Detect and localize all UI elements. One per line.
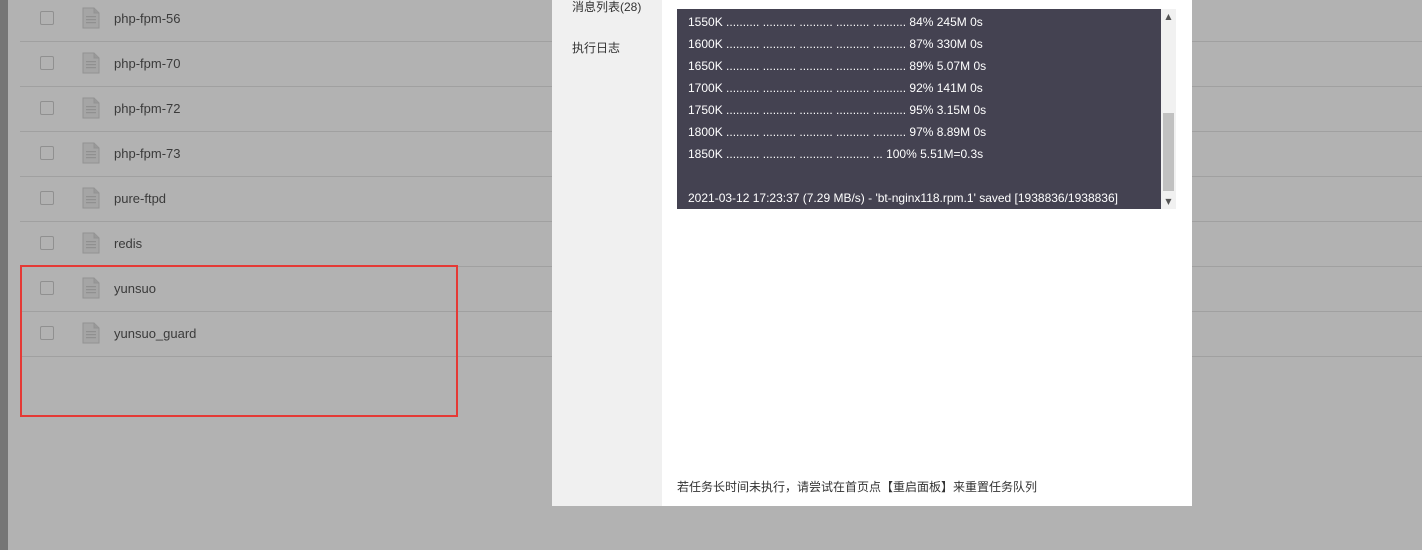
triangle-down-icon[interactable]: ▼	[1161, 194, 1176, 209]
log-line: 1550K .......... .......... .......... .…	[688, 15, 983, 29]
task-queue-hint: 若任务长时间未执行，请尝试在首页点【重启面板】来重置任务队列	[677, 480, 1038, 494]
log-line: 1700K .......... .......... .......... .…	[688, 81, 983, 95]
log-line: 2021-03-12 17:23:37 (7.29 MB/s) - 'bt-ng…	[688, 191, 1118, 205]
exec-log-terminal[interactable]: 1550K .......... .......... .......... .…	[677, 9, 1176, 209]
log-line: 1750K .......... .......... .......... .…	[688, 103, 987, 117]
log-line: 1650K .......... .......... .......... .…	[688, 59, 987, 73]
annotation-highlight-box	[20, 265, 458, 417]
modal-sidebar: 消息列表(28) 执行日志	[552, 0, 662, 506]
sidebar-item-exec-log[interactable]: 执行日志	[572, 39, 620, 56]
log-line: 1600K .......... .......... .......... .…	[688, 37, 983, 51]
terminal-scrollbar[interactable]: ▲ ▼	[1161, 9, 1176, 209]
scrollbar-thumb[interactable]	[1163, 113, 1174, 191]
log-line: 1850K .......... .......... .......... .…	[688, 147, 984, 161]
triangle-up-icon[interactable]: ▲	[1161, 9, 1176, 24]
sidebar-item-message-list[interactable]: 消息列表(28)	[572, 0, 641, 15]
log-line: 1800K .......... .......... .......... .…	[688, 125, 987, 139]
task-modal: 消息列表(28) 执行日志 1550K .......... .........…	[552, 0, 1192, 506]
